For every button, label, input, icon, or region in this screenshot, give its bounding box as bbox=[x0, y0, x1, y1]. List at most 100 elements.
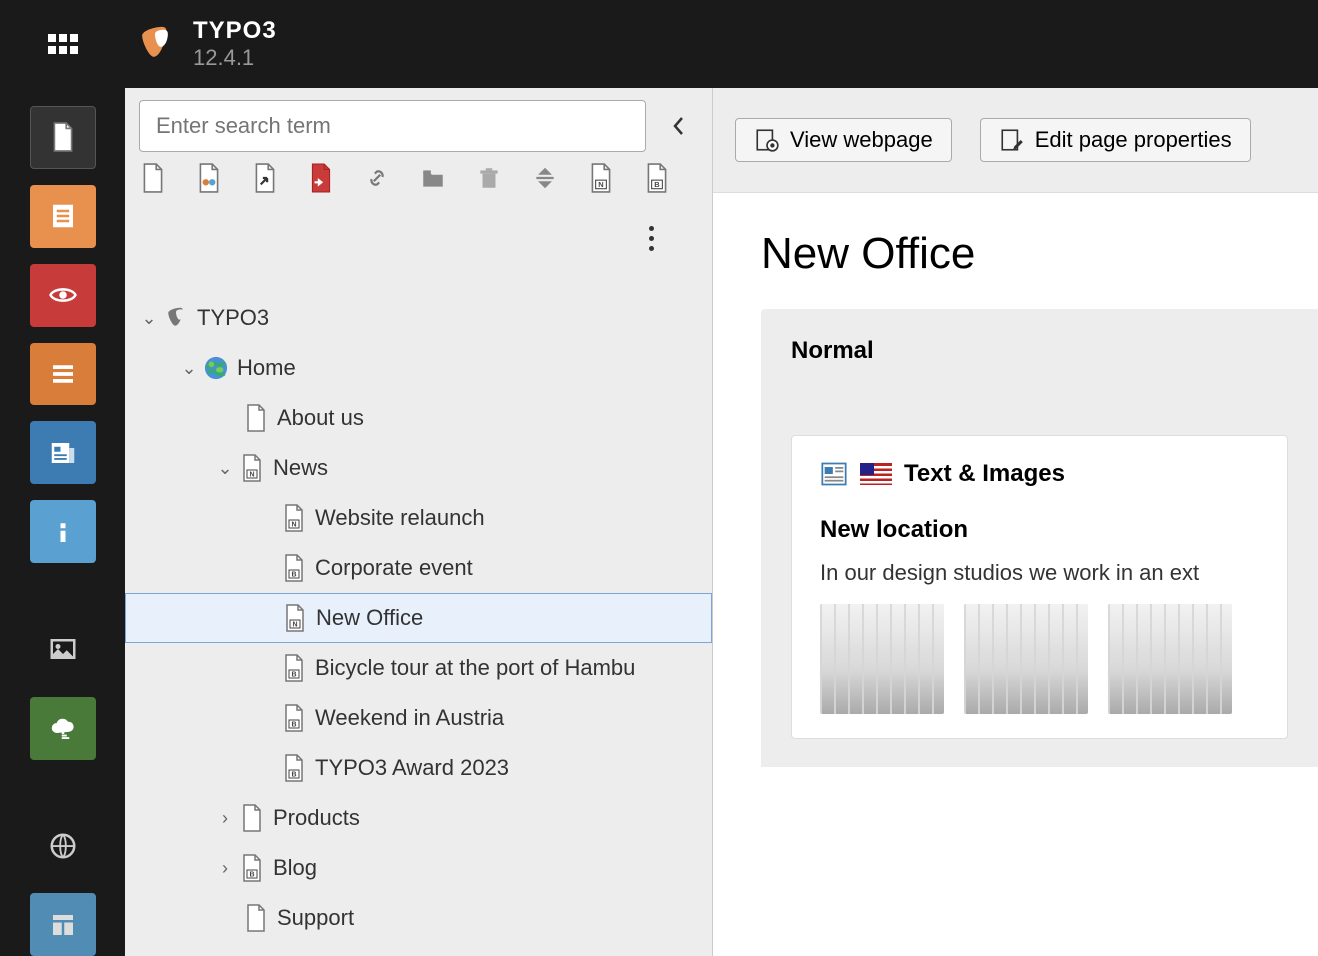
new-page-icon[interactable] bbox=[139, 164, 167, 192]
chevron-right-icon[interactable]: › bbox=[215, 808, 235, 829]
page-tree-pane: ⌄ TYPO3 ⌄ Home About us ⌄ News bbox=[125, 88, 713, 956]
page-users-icon[interactable] bbox=[195, 164, 223, 192]
typo3-logo-icon bbox=[135, 24, 175, 64]
app-version: 12.4.1 bbox=[193, 45, 277, 71]
trash-icon[interactable] bbox=[475, 164, 503, 192]
flag-us-icon bbox=[860, 463, 892, 485]
chevron-down-icon[interactable]: ⌄ bbox=[139, 308, 159, 329]
collapse-tree-button[interactable] bbox=[658, 106, 698, 146]
tree-products[interactable]: › Products bbox=[125, 793, 712, 843]
page-n-icon bbox=[281, 505, 307, 531]
tree-root[interactable]: ⌄ TYPO3 bbox=[125, 293, 712, 343]
ce-text: In our design studios we work in an ext bbox=[820, 560, 1259, 586]
module-news[interactable] bbox=[30, 421, 96, 484]
button-label: View webpage bbox=[790, 127, 933, 153]
tree-label: Bicycle tour at the port of Hambu bbox=[315, 655, 635, 681]
link-icon[interactable] bbox=[363, 164, 391, 192]
app-launcher-button[interactable] bbox=[0, 34, 125, 54]
tree-label: TYPO3 bbox=[197, 305, 269, 331]
edit-icon bbox=[999, 127, 1025, 153]
tree-news-child-selected[interactable]: New Office bbox=[125, 593, 712, 643]
doc-b-icon[interactable] bbox=[643, 164, 671, 192]
page-n-icon bbox=[239, 455, 265, 481]
content-column-normal: Normal Text & Images New location In our… bbox=[761, 309, 1318, 767]
module-info[interactable] bbox=[30, 500, 96, 563]
app-name: TYPO3 bbox=[193, 17, 277, 45]
page-icon bbox=[243, 905, 269, 931]
ce-heading: New location bbox=[820, 516, 1259, 544]
content-pane: View webpage Edit page properties New Of… bbox=[713, 88, 1318, 956]
tree-toolbar bbox=[125, 152, 712, 263]
page-title: New Office bbox=[713, 229, 1318, 309]
tree-home[interactable]: ⌄ Home bbox=[125, 343, 712, 393]
tree-label: Weekend in Austria bbox=[315, 705, 504, 731]
page-icon bbox=[243, 405, 269, 431]
module-sidebar bbox=[0, 88, 125, 956]
tree-label: News bbox=[273, 455, 328, 481]
page-mount-icon[interactable] bbox=[307, 164, 335, 192]
tree-label: Corporate event bbox=[315, 555, 473, 581]
app-logo: TYPO3 12.4.1 bbox=[125, 17, 277, 71]
view-icon bbox=[754, 127, 780, 153]
ce-type-label: Text & Images bbox=[904, 460, 1065, 488]
ce-image-thumb[interactable] bbox=[820, 604, 944, 714]
ce-image-thumb[interactable] bbox=[964, 604, 1088, 714]
chevron-down-icon[interactable]: ⌄ bbox=[179, 358, 199, 379]
more-vertical-icon bbox=[649, 226, 654, 251]
module-page[interactable] bbox=[30, 106, 96, 169]
page-b-icon bbox=[281, 755, 307, 781]
tree-news-child[interactable]: Weekend in Austria bbox=[125, 693, 712, 743]
page-shortcut-icon[interactable] bbox=[251, 164, 279, 192]
module-media[interactable] bbox=[30, 618, 96, 681]
module-view[interactable] bbox=[30, 264, 96, 327]
ce-image-row bbox=[820, 604, 1259, 714]
view-webpage-button[interactable]: View webpage bbox=[735, 118, 952, 162]
tree-blog[interactable]: › Blog bbox=[125, 843, 712, 893]
page-b-icon bbox=[281, 555, 307, 581]
module-content[interactable] bbox=[30, 343, 96, 406]
grid-icon bbox=[48, 34, 78, 54]
tree-label: Blog bbox=[273, 855, 317, 881]
tree-news-child[interactable]: Corporate event bbox=[125, 543, 712, 593]
tree-news[interactable]: ⌄ News bbox=[125, 443, 712, 493]
module-list-active[interactable] bbox=[30, 185, 96, 248]
page-n-icon bbox=[282, 605, 308, 631]
chevron-right-icon[interactable]: › bbox=[215, 858, 235, 879]
page-b-icon bbox=[281, 705, 307, 731]
divider-icon[interactable] bbox=[531, 164, 559, 192]
module-cloud[interactable] bbox=[30, 697, 96, 760]
ce-image-thumb[interactable] bbox=[1108, 604, 1232, 714]
doc-n-icon[interactable] bbox=[587, 164, 615, 192]
tree-label: Website relaunch bbox=[315, 505, 485, 531]
content-action-bar: View webpage Edit page properties bbox=[713, 88, 1318, 193]
button-label: Edit page properties bbox=[1035, 127, 1232, 153]
tree-label: New Office bbox=[316, 605, 423, 631]
typo3-root-icon bbox=[163, 305, 189, 331]
page-b-icon bbox=[239, 855, 265, 881]
page-icon bbox=[239, 805, 265, 831]
column-label: Normal bbox=[791, 337, 1288, 365]
module-sites[interactable] bbox=[30, 814, 96, 877]
tree-news-child[interactable]: TYPO3 Award 2023 bbox=[125, 743, 712, 793]
textpic-icon bbox=[820, 460, 848, 488]
chevron-left-icon bbox=[671, 115, 685, 137]
chevron-down-icon[interactable]: ⌄ bbox=[215, 458, 235, 479]
search-input[interactable] bbox=[139, 100, 646, 152]
tree-label: TYPO3 Award 2023 bbox=[315, 755, 509, 781]
tree-news-child[interactable]: Website relaunch bbox=[125, 493, 712, 543]
tree-news-child[interactable]: Bicycle tour at the port of Hambu bbox=[125, 643, 712, 693]
page-tree: ⌄ TYPO3 ⌄ Home About us ⌄ News bbox=[125, 263, 712, 943]
tree-about[interactable]: About us bbox=[125, 393, 712, 443]
edit-page-button[interactable]: Edit page properties bbox=[980, 118, 1251, 162]
tree-support[interactable]: Support bbox=[125, 893, 712, 943]
tree-label: About us bbox=[277, 405, 364, 431]
more-actions-button[interactable] bbox=[139, 220, 698, 251]
tree-label: Support bbox=[277, 905, 354, 931]
page-b-icon bbox=[281, 655, 307, 681]
top-bar: TYPO3 12.4.1 bbox=[0, 0, 1318, 88]
tree-label: Home bbox=[237, 355, 296, 381]
globe-icon bbox=[203, 355, 229, 381]
content-element[interactable]: Text & Images New location In our design… bbox=[791, 435, 1288, 739]
folder-icon[interactable] bbox=[419, 164, 447, 192]
module-template[interactable] bbox=[30, 893, 96, 956]
